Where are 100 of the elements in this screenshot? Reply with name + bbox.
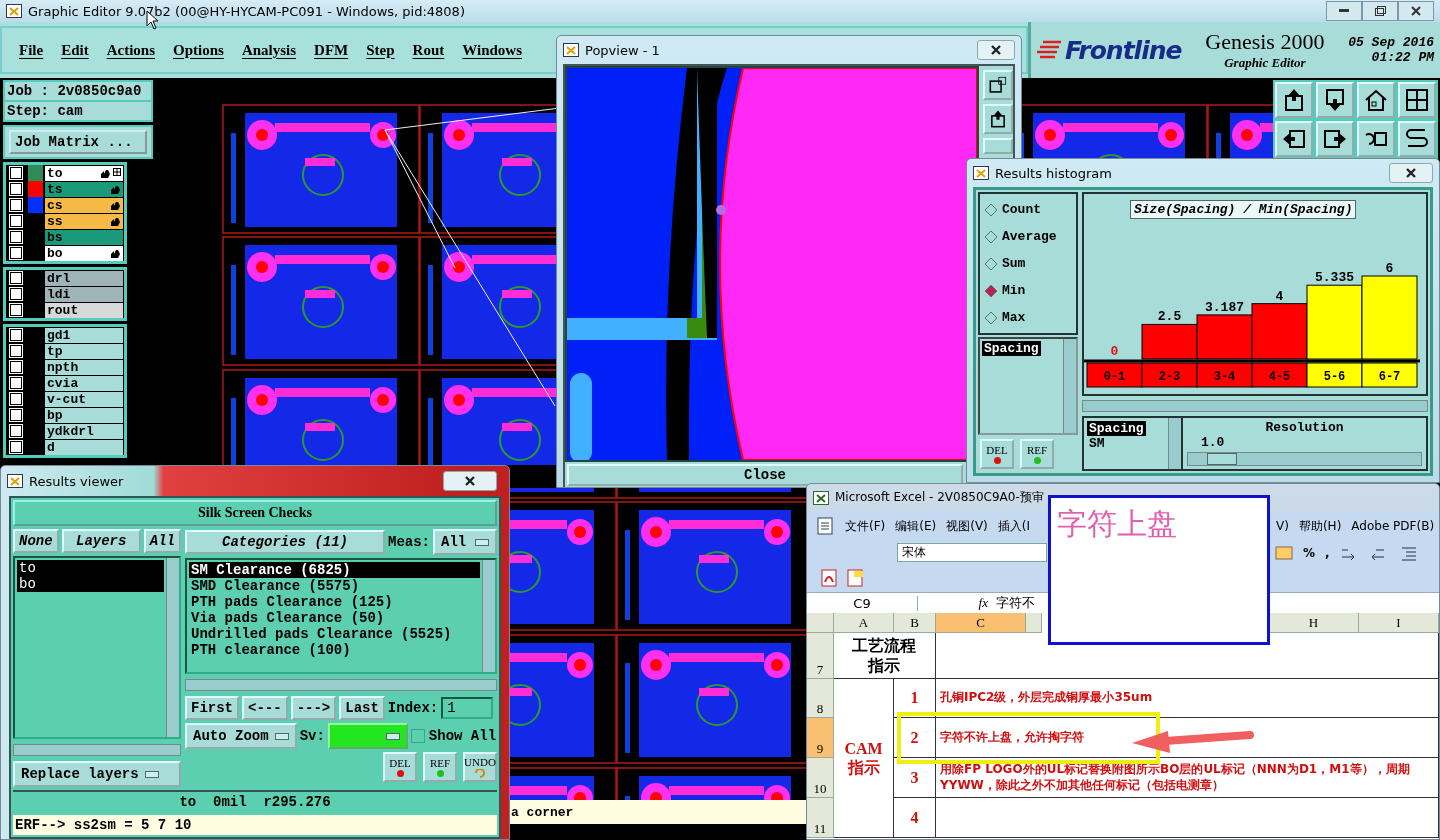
column-header[interactable]: B <box>894 613 936 633</box>
layer-name[interactable]: npth <box>45 359 123 375</box>
refresh-button[interactable]: REF <box>1020 439 1054 469</box>
layer-filter-button[interactable]: Layers <box>61 529 141 553</box>
show-all-checkbox[interactable] <box>410 729 425 743</box>
undo-button[interactable]: UNDO <box>463 752 497 782</box>
toolbar-button[interactable] <box>983 104 1013 134</box>
close-icon[interactable] <box>990 44 1002 56</box>
menu-item[interactable]: Options <box>164 41 233 59</box>
minimize-button[interactable] <box>1326 1 1362 21</box>
scrollbar[interactable] <box>1168 418 1181 469</box>
format-button[interactable]: % <box>1303 545 1316 560</box>
toolbar-button[interactable] <box>1398 121 1436 157</box>
restore-button[interactable] <box>1362 1 1398 21</box>
layer-name[interactable]: cvia <box>45 375 123 391</box>
category-list-item[interactable]: PTH pads Clearance (125) <box>189 594 480 610</box>
list-item[interactable]: SM <box>1087 436 1107 451</box>
format-button[interactable]: , <box>1325 545 1330 560</box>
nav-button[interactable]: <--- <box>242 696 288 720</box>
list-item[interactable]: Spacing <box>1087 421 1146 436</box>
indent-icon[interactable] <box>1399 544 1418 561</box>
slider-thumb[interactable] <box>1206 453 1237 465</box>
nav-button[interactable]: First <box>185 696 239 720</box>
menu-item[interactable]: Analysis <box>232 41 306 59</box>
menu-item[interactable]: Adobe PDF(B) <box>1351 519 1435 533</box>
layer-name[interactable]: ydkdrl <box>45 423 123 439</box>
layer-checkbox[interactable] <box>10 361 22 373</box>
layer-checkbox[interactable] <box>10 393 22 405</box>
toolbar-button[interactable] <box>1357 121 1395 157</box>
layer-checkbox[interactable] <box>10 441 22 453</box>
layer-name[interactable]: d <box>45 439 123 455</box>
pdf-icon[interactable] <box>819 568 839 588</box>
toolbar-button[interactable] <box>1275 82 1313 118</box>
layer-checkbox[interactable] <box>10 247 22 259</box>
menu-item[interactable]: File <box>10 41 53 59</box>
toolbar-button[interactable] <box>1316 82 1354 118</box>
layer-filter-button[interactable]: All <box>143 529 181 553</box>
menu-item[interactable]: DFM <box>305 41 358 59</box>
layer-list-item[interactable]: bo <box>17 576 164 592</box>
close-button[interactable] <box>443 471 497 491</box>
close-button[interactable] <box>977 40 1015 60</box>
column-header[interactable]: C <box>936 613 1026 633</box>
close-button[interactable]: Close <box>567 464 963 486</box>
layer-checkbox[interactable] <box>10 329 22 341</box>
layer-name[interactable]: bo <box>45 245 123 261</box>
radio-button[interactable] <box>984 256 998 271</box>
zoom-mode-dropdown[interactable]: Auto Zoom <box>185 723 297 749</box>
layer-name[interactable]: bp <box>45 407 123 423</box>
row-header[interactable]: 7 <box>807 633 834 679</box>
radio-button[interactable] <box>984 283 998 298</box>
toolbar-button[interactable] <box>1398 82 1436 118</box>
layer-color-swatch[interactable] <box>28 181 43 197</box>
slider-track[interactable] <box>1187 452 1422 466</box>
name-box[interactable]: C9 <box>807 595 918 611</box>
list-item[interactable]: Spacing <box>982 341 1041 356</box>
sv-color-dropdown[interactable] <box>327 723 408 749</box>
layer-checkbox[interactable] <box>10 425 22 437</box>
nav-button[interactable]: Last <box>339 696 385 720</box>
category-list-item[interactable]: SM Clearance (6825) <box>189 562 480 578</box>
layer-checkbox[interactable] <box>10 409 22 421</box>
menu-item[interactable]: Rout <box>403 41 454 59</box>
scrollbar[interactable] <box>482 560 495 672</box>
layer-checkbox[interactable] <box>10 304 22 316</box>
menu-item[interactable]: Edit <box>52 41 98 59</box>
layer-checkbox[interactable] <box>10 377 22 389</box>
menu-item[interactable]: 编辑(E) <box>895 517 937 535</box>
meas-dropdown[interactable]: All <box>433 529 497 555</box>
formula-field[interactable]: 字符不 <box>996 594 1035 612</box>
menu-item[interactable]: 文件(F) <box>845 517 886 535</box>
row-header[interactable]: 10 <box>807 758 834 798</box>
toolbar-button[interactable] <box>983 70 1013 100</box>
document-icon[interactable] <box>815 516 835 536</box>
refresh-button[interactable]: REF <box>423 752 457 782</box>
menu-item[interactable]: Step <box>357 41 404 59</box>
layer-name[interactable]: ss <box>45 213 123 229</box>
category-list-item[interactable]: SMD Clearance (5575) <box>189 578 480 594</box>
close-button[interactable] <box>1389 163 1433 183</box>
index-field[interactable]: 1 <box>441 697 494 719</box>
close-icon[interactable] <box>464 475 476 487</box>
menu-item[interactable]: Windows <box>453 41 531 59</box>
row-header[interactable]: 9 <box>807 718 834 758</box>
menu-item[interactable]: Actions <box>97 41 164 59</box>
close-button[interactable] <box>1398 1 1434 21</box>
radio-button[interactable] <box>984 229 998 244</box>
menu-item[interactable]: 插入(I <box>997 517 1031 535</box>
layer-name[interactable]: to <box>45 165 123 181</box>
category-list-item[interactable]: PTH clearance (100) <box>189 642 480 658</box>
radio-button[interactable] <box>984 202 998 217</box>
layer-name[interactable]: rout <box>45 302 123 318</box>
category-list-item[interactable]: Undrilled pads Clearance (5525) <box>189 626 480 642</box>
layer-checkbox[interactable] <box>10 199 22 211</box>
nav-button[interactable]: ---> <box>290 696 337 720</box>
layer-name[interactable]: v-cut <box>45 391 123 407</box>
column-header[interactable]: H <box>1269 613 1359 633</box>
categories-button[interactable]: Categories (11) <box>185 530 385 554</box>
font-name-field[interactable]: 宋体 <box>897 543 1047 562</box>
layer-name[interactable]: ts <box>45 181 123 197</box>
column-header[interactable]: A <box>834 613 894 633</box>
pdf-comment-icon[interactable] <box>845 568 865 588</box>
delete-button[interactable]: DEL <box>980 439 1014 469</box>
